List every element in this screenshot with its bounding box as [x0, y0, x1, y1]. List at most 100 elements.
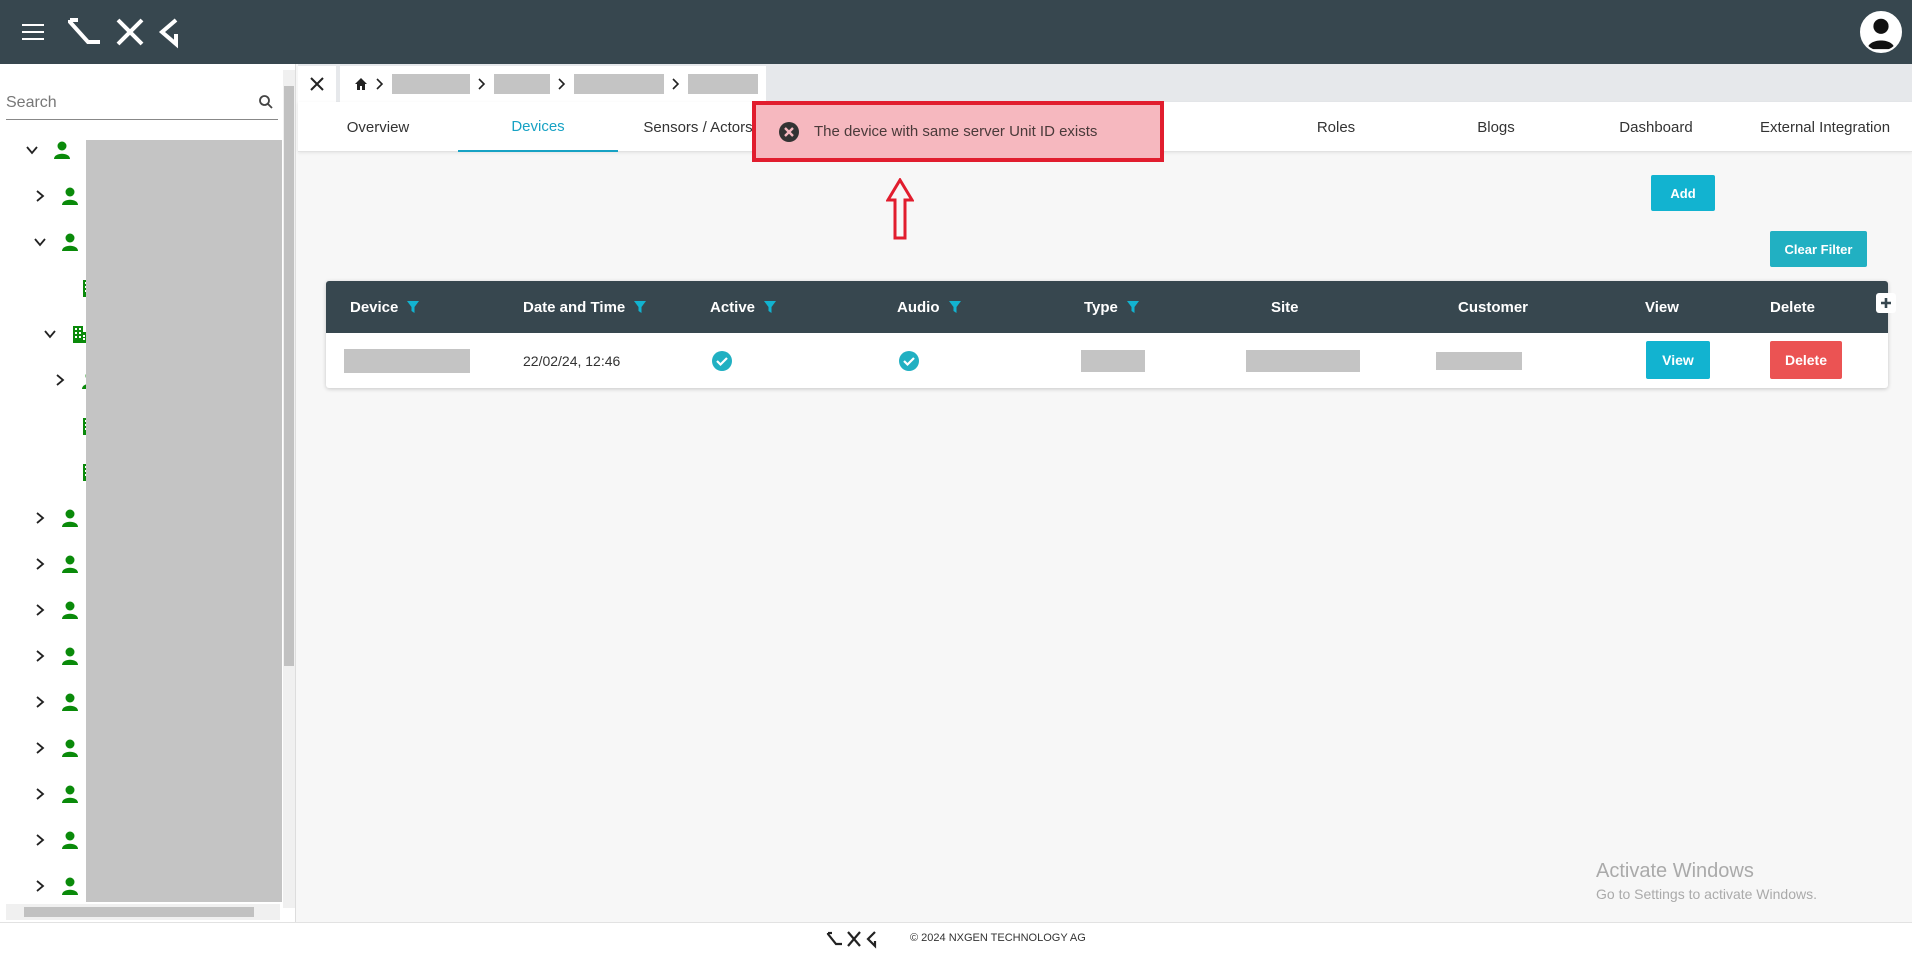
chevron-right-icon[interactable]: [32, 648, 48, 664]
breadcrumb-item[interactable]: [494, 74, 550, 94]
chevron-right-icon: [376, 78, 384, 90]
tab-overview[interactable]: Overview: [298, 102, 458, 152]
user-icon: [62, 739, 78, 757]
user-icon: [62, 233, 78, 251]
tab-dashboard[interactable]: Dashboard: [1576, 102, 1736, 152]
add-column-button[interactable]: [1876, 293, 1896, 313]
tree-node[interactable]: [32, 733, 80, 763]
nxg-footer-logo: [826, 931, 877, 949]
footer: © 2024 NXGEN TECHNOLOGY AG: [0, 922, 1912, 953]
nxg-logo[interactable]: [66, 14, 186, 50]
user-icon: [62, 877, 78, 895]
view-button[interactable]: View: [1646, 341, 1710, 379]
hamburger-menu-icon[interactable]: [22, 24, 44, 40]
column-label: Date and Time: [523, 298, 626, 316]
search-icon[interactable]: [258, 94, 274, 110]
tree-node[interactable]: [24, 135, 72, 165]
tree-node[interactable]: [32, 871, 80, 901]
chevron-right-icon[interactable]: [32, 602, 48, 618]
chevron-right-icon[interactable]: [32, 510, 48, 526]
up-arrow-annotation-icon: [886, 178, 914, 240]
filter-icon[interactable]: [763, 300, 777, 314]
tab-blogs[interactable]: Blogs: [1416, 102, 1576, 152]
top-bar: [0, 0, 1912, 64]
chevron-right-icon: [478, 78, 486, 90]
tab-devices[interactable]: Devices: [458, 102, 618, 152]
plus-icon: [1881, 298, 1891, 308]
add-device-button[interactable]: Add: [1651, 175, 1715, 211]
tab-roles[interactable]: Roles: [1256, 102, 1416, 152]
chevron-down-icon[interactable]: [42, 326, 58, 342]
column-label: Device: [350, 298, 399, 316]
column-label: Site: [1271, 298, 1299, 316]
sidebar-vertical-scrollbar[interactable]: [283, 70, 295, 908]
column-header-site: Site: [1271, 281, 1299, 333]
redacted-site: [1246, 349, 1360, 372]
chevron-right-icon[interactable]: [32, 832, 48, 848]
close-panel-button[interactable]: [298, 66, 336, 102]
tree-node[interactable]: [32, 181, 80, 211]
redacted-customer: [1436, 351, 1522, 370]
breadcrumb-item[interactable]: [574, 74, 664, 94]
tree-node[interactable]: [32, 779, 80, 809]
filter-icon[interactable]: [948, 300, 962, 314]
chevron-right-icon[interactable]: [32, 786, 48, 802]
chevron-right-icon[interactable]: [32, 878, 48, 894]
chevron-right-icon[interactable]: [32, 556, 48, 572]
chevron-right-icon[interactable]: [32, 694, 48, 710]
tab-external-integration[interactable]: External Integration: [1738, 102, 1912, 152]
error-toast[interactable]: The device with same server Unit ID exis…: [756, 105, 1160, 158]
column-label: Audio: [897, 298, 940, 316]
redacted-tree-labels: [86, 140, 282, 902]
user-avatar-icon[interactable]: [1860, 11, 1902, 53]
home-icon[interactable]: [354, 77, 368, 91]
chevron-right-icon: [672, 78, 680, 90]
breadcrumb-item[interactable]: [392, 74, 470, 94]
tree-node[interactable]: [32, 549, 80, 579]
check-circle-icon: [899, 350, 919, 371]
breadcrumb: [340, 66, 766, 102]
column-label: Type: [1084, 298, 1118, 316]
column-header-delete: Delete: [1770, 281, 1815, 333]
chevron-right-icon[interactable]: [52, 372, 68, 388]
filter-icon[interactable]: [1126, 300, 1140, 314]
toast-message: The device with same server Unit ID exis…: [814, 123, 1098, 140]
cell-date-time: 22/02/24, 12:46: [523, 352, 621, 369]
chevron-right-icon: [558, 78, 566, 90]
error-circle-icon[interactable]: [778, 121, 800, 143]
windows-activation-subtitle: Go to Settings to activate Windows.: [1596, 886, 1817, 902]
cell-active: [711, 333, 733, 388]
tree-node[interactable]: [32, 825, 80, 855]
breadcrumb-item[interactable]: [688, 74, 758, 94]
check-circle-icon: [712, 350, 732, 371]
windows-activation-title: Activate Windows: [1596, 860, 1754, 882]
delete-button[interactable]: Delete: [1770, 341, 1842, 379]
tree-node[interactable]: [32, 227, 80, 257]
tree-node[interactable]: [32, 503, 80, 533]
column-label: View: [1645, 298, 1679, 316]
devices-table: Device Date and Time Active Audio Type S…: [326, 281, 1896, 388]
tree-node[interactable]: [32, 641, 80, 671]
column-label: Active: [710, 298, 756, 316]
chevron-right-icon[interactable]: [32, 188, 48, 204]
tree-node[interactable]: [42, 319, 90, 349]
column-label: Delete: [1770, 298, 1816, 316]
cell-customer: [1436, 333, 1522, 388]
search-input[interactable]: [6, 88, 246, 118]
redacted-type: [1081, 349, 1145, 372]
user-icon: [62, 831, 78, 849]
sidebar-search: [6, 88, 278, 120]
tree-node[interactable]: [32, 595, 80, 625]
chevron-right-icon[interactable]: [32, 740, 48, 756]
chevron-down-icon[interactable]: [32, 234, 48, 250]
user-icon: [62, 509, 78, 527]
clear-filter-button[interactable]: Clear Filter: [1770, 231, 1867, 267]
sidebar-horizontal-scrollbar[interactable]: [6, 904, 280, 920]
tree-node[interactable]: [32, 687, 80, 717]
filter-icon[interactable]: [406, 300, 420, 314]
chevron-down-icon[interactable]: [24, 142, 40, 158]
filter-icon[interactable]: [633, 300, 647, 314]
